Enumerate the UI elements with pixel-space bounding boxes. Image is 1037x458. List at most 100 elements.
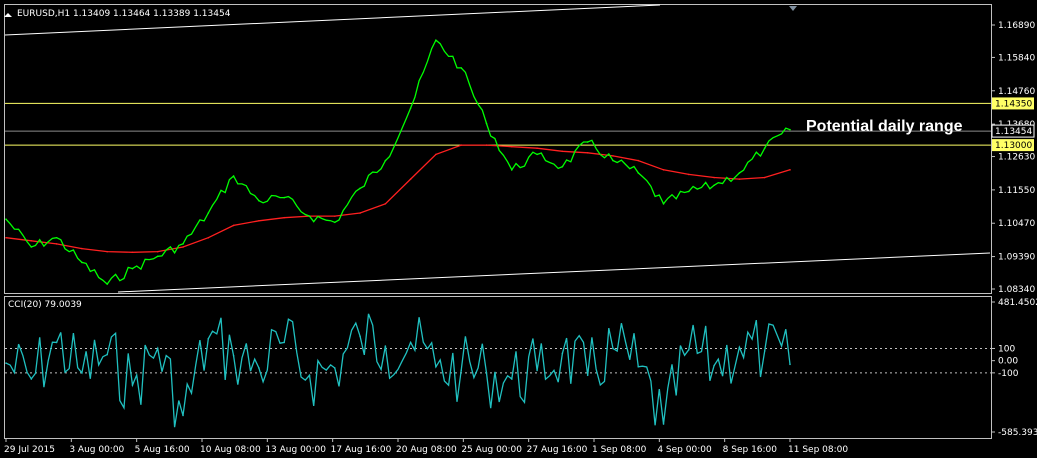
- price-axis-tick-label: 1.14760: [998, 87, 1035, 97]
- time-axis-tick-label: 25 Aug 00:00: [461, 445, 522, 455]
- moving-average-line-point: [258, 219, 260, 222]
- price-line-point: [182, 243, 184, 245]
- cci-line-point: [359, 335, 361, 338]
- moving-average-line-point: [409, 178, 412, 180]
- chart-canvas: EURUSD,H1 1.13409 1.13464 1.13389 1.1345…: [0, 0, 1037, 458]
- cci-line-point: [156, 347, 159, 350]
- moving-average-line-point: [738, 178, 741, 180]
- price-line-point: [612, 159, 614, 162]
- price-line-point: [131, 267, 134, 270]
- price-line-point: [5, 218, 7, 221]
- cci-line-point: [789, 363, 791, 366]
- cci-line-point: [586, 374, 589, 377]
- cci-line-point: [106, 353, 108, 356]
- cci-line-point: [738, 346, 741, 349]
- price-line-point: [586, 141, 589, 143]
- moving-average-line-point: [384, 202, 387, 205]
- time-axis-tick-label: 10 Aug 08:00: [200, 445, 261, 455]
- cci-line-point: [435, 365, 437, 368]
- price-line-point: [359, 187, 361, 190]
- time-axis-tick-label: 1 Sep 08:00: [592, 445, 647, 455]
- price-line-point: [207, 212, 210, 214]
- time-axis-tick-label: 20 Aug 08:00: [396, 445, 457, 455]
- time-axis-tick-label: 5 Aug 16:00: [135, 445, 190, 455]
- background: [0, 0, 1037, 458]
- cci-line-point: [561, 352, 564, 355]
- moving-average-line-point: [789, 169, 791, 171]
- price-line-point: [409, 107, 412, 109]
- cci-line-point: [131, 384, 134, 386]
- cci-line-point: [713, 364, 715, 367]
- price-line-point: [561, 165, 564, 168]
- price-line-point: [283, 196, 285, 199]
- moving-average-line-point: [435, 153, 437, 156]
- moving-average-line-point: [283, 216, 285, 219]
- moving-average-line-point: [182, 246, 184, 248]
- price-axis-tick-label: 1.09390: [998, 253, 1035, 263]
- price-line-point: [333, 221, 336, 224]
- price-axis-tick-label: 1.11550: [998, 186, 1035, 196]
- time-axis-tick-label: 27 Aug 16:00: [527, 445, 588, 455]
- price-line-point: [30, 246, 33, 248]
- moving-average-line-point: [713, 176, 715, 179]
- cci-line-point: [55, 341, 58, 344]
- moving-average-line-point: [586, 152, 589, 154]
- price-axis-tick-label: 1.15840: [998, 53, 1035, 63]
- moving-average-line-point: [511, 145, 513, 148]
- price-line-point: [485, 122, 488, 125]
- cci-axis-tick-label: -585.3938: [998, 428, 1037, 438]
- cci-line-point: [612, 347, 614, 350]
- moving-average-line-point: [55, 243, 58, 245]
- cci-axis-tick-label: 0.00: [998, 357, 1018, 367]
- moving-average-line-point: [561, 150, 564, 153]
- price-line-point: [511, 169, 513, 171]
- time-axis-tick-label: 11 Sep 08:00: [788, 445, 848, 455]
- current-price-label: 1.13454: [995, 127, 1032, 137]
- price-line-point: [384, 159, 387, 162]
- level-price-label: 1.14350: [995, 99, 1032, 109]
- price-line-point: [156, 255, 159, 258]
- moving-average-line-point: [637, 159, 640, 162]
- moving-average-line-point: [30, 240, 33, 242]
- price-line-point: [55, 236, 58, 239]
- cci-line-point: [308, 374, 311, 377]
- moving-average-line-point: [688, 173, 690, 176]
- price-line-point: [637, 172, 640, 174]
- cci-line-point: [662, 423, 665, 425]
- moving-average-line-point: [81, 247, 83, 250]
- cci-line-point: [30, 378, 33, 380]
- price-line-point: [688, 190, 690, 193]
- moving-average-line-point: [460, 144, 463, 146]
- cci-line-point: [283, 341, 285, 344]
- cci-line-point: [207, 337, 210, 340]
- moving-average-line-point: [207, 236, 210, 239]
- price-line-point: [460, 67, 463, 69]
- price-line-point: [81, 261, 83, 264]
- price-line-point: [106, 283, 108, 285]
- cci-line-point: [182, 414, 184, 417]
- cci-line-point: [409, 341, 412, 344]
- cci-line-point: [81, 372, 83, 374]
- price-axis-tick-label: 1.10470: [998, 219, 1035, 229]
- cci-line-point: [460, 369, 463, 372]
- moving-average-line-point: [232, 224, 235, 227]
- price-line-point: [308, 215, 311, 217]
- moving-average-line-point: [485, 144, 488, 146]
- cci-axis-tick-label: 481.4502: [998, 298, 1037, 308]
- time-axis-tick-label: 17 Aug 16:00: [331, 445, 392, 455]
- annotation-text: Potential daily range: [806, 118, 963, 135]
- time-axis-tick-label: 8 Sep 16:00: [723, 445, 778, 455]
- cci-line-point: [511, 378, 513, 380]
- time-axis-tick-label: 13 Aug 00:00: [265, 445, 326, 455]
- cci-line-point: [688, 348, 690, 351]
- price-line-point: [662, 202, 665, 205]
- price-axis-tick-label: 1.12630: [998, 153, 1035, 163]
- level-price-label: 1.13000: [995, 141, 1032, 151]
- moving-average-line-point: [662, 169, 665, 171]
- price-line-point: [789, 128, 791, 131]
- cci-line-point: [232, 354, 235, 357]
- moving-average-line-point: [5, 236, 7, 239]
- cci-line-point: [485, 372, 488, 374]
- moving-average-line-point: [333, 215, 336, 217]
- cci-line-point: [763, 350, 766, 352]
